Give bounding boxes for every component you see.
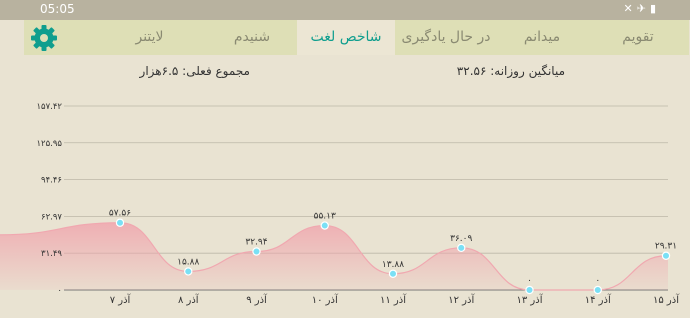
data-point[interactable]: [320, 221, 329, 230]
tab-known[interactable]: میدانم: [497, 20, 587, 55]
x-tick-label: ۹ آذر: [246, 293, 268, 306]
status-bar: 05:05 ✕✈▮: [0, 0, 690, 20]
data-value-label: ۰: [595, 276, 600, 286]
data-point[interactable]: [252, 247, 261, 256]
data-value-label: ۰: [527, 276, 532, 286]
y-tick-label: ۰: [57, 286, 62, 296]
data-value-label: ۱۳.۸۸: [382, 260, 404, 270]
x-tick-label: ۱۴ آذر: [585, 293, 612, 306]
y-tick-label: ۱۵۷.۴۲: [36, 102, 62, 112]
mute-icon: ✕: [623, 2, 637, 15]
y-tick-label: ۱۲۵.۹۵: [36, 139, 62, 149]
x-tick-label: ۱۵ آذر: [653, 293, 680, 306]
y-tick-label: ۳۱.۴۹: [41, 249, 62, 259]
data-point[interactable]: [184, 267, 193, 276]
gear-icon: [31, 25, 57, 51]
x-tick-label: ۱۲ آذر: [448, 293, 475, 306]
actual-total-label: مجموع فعلی: ۶.۵هزار: [139, 64, 250, 78]
x-tick-label: ۷ آذر: [110, 293, 132, 306]
data-value-label: ۵۵.۱۳: [314, 212, 336, 222]
tab-bar: لایتنر شنیدم شاخص لغت در حال یادگیری مید…: [24, 20, 689, 55]
x-tick-label: ۱۱ آذر: [380, 293, 407, 306]
data-value-label: ۲۹.۳۱: [655, 242, 677, 252]
daily-average-label: میانگین روزانه: ۳۲.۵۶: [456, 64, 565, 78]
battery-icon: ▮: [649, 2, 660, 15]
chart-area: [0, 222, 668, 290]
data-point[interactable]: [593, 285, 602, 295]
data-value-label: ۳۲.۹۴: [245, 237, 267, 247]
data-value-label: ۵۷.۵۶: [109, 209, 131, 219]
tab-leitner[interactable]: لایتنر: [92, 20, 207, 55]
tab-heard[interactable]: شنیدم: [207, 20, 297, 55]
word-index-chart: ۱۵۷.۴۲ ۱۲۵.۹۵ ۹۴.۴۶ ۶۲.۹۷ ۳۱.۴۹ ۰ ۵۷.۵۶ ۷ آذر ۱۵…: [0, 102, 680, 306]
data-point[interactable]: [661, 251, 671, 260]
x-tick-label: ۱۳ آذر: [517, 293, 544, 306]
tab-calendar[interactable]: تقویم: [587, 20, 689, 55]
data-value-label: ۳۶.۰۹: [450, 234, 472, 244]
data-value-label: ۱۵.۸۸: [177, 257, 199, 267]
data-point[interactable]: [115, 218, 125, 227]
data-point[interactable]: [388, 269, 398, 278]
y-tick-label: ۶۲.۹۷: [41, 212, 62, 222]
settings-button[interactable]: [30, 24, 58, 52]
status-icons: ✕✈▮: [624, 2, 661, 15]
x-tick-label: ۱۰ آذر: [312, 293, 339, 306]
tab-learning[interactable]: در حال یادگیری: [395, 20, 497, 55]
y-tick-label: ۹۴.۴۶: [41, 176, 62, 186]
data-point[interactable]: [525, 285, 534, 295]
data-point[interactable]: [457, 243, 466, 253]
x-tick-label: ۸ آذر: [178, 293, 200, 306]
status-time: 05:05: [40, 2, 75, 16]
tab-word-index[interactable]: شاخص لغت: [297, 20, 395, 55]
airplane-icon: ✈: [636, 2, 650, 15]
